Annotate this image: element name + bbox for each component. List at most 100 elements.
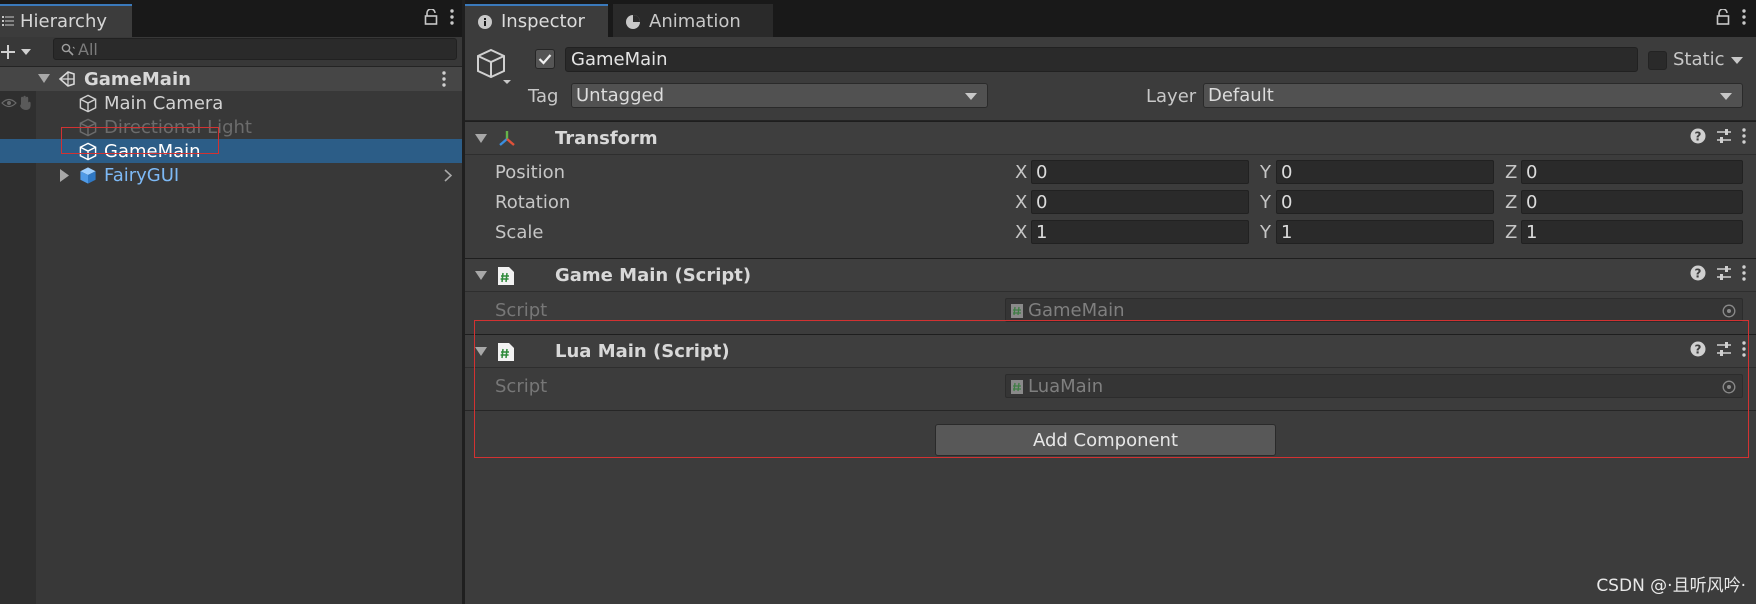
game-main-script-title: Game Main (Script) <box>555 265 752 286</box>
tag-dropdown[interactable]: Untagged <box>571 83 988 108</box>
search-icon <box>61 43 75 56</box>
kebab-menu-icon[interactable] <box>1742 9 1746 25</box>
pick-hand-icon[interactable] <box>18 95 32 111</box>
preset-sliders-icon[interactable] <box>1716 128 1732 144</box>
svg-text:?: ? <box>1695 267 1702 281</box>
tab-inspector[interactable]: Inspector <box>465 4 608 37</box>
scale-z-field[interactable]: 1 <box>1521 220 1743 244</box>
clock-icon <box>626 15 640 29</box>
static-dropdown-icon[interactable] <box>1731 57 1743 65</box>
gameobject-cube-icon <box>79 94 97 113</box>
hierarchy-panel: Hierarchy All GameMain Main Camera Direc… <box>0 0 462 604</box>
hierarchy-item-label: FairyGUI <box>104 165 180 186</box>
chevron-down-icon <box>965 93 977 100</box>
list-icon <box>2 16 14 26</box>
tag-value: Untagged <box>576 85 665 106</box>
script-value: GameMain <box>1028 299 1125 321</box>
kebab-menu-icon[interactable] <box>450 9 454 25</box>
lock-icon[interactable] <box>424 9 438 25</box>
svg-text:?: ? <box>1695 130 1702 144</box>
gameobject-cube-icon[interactable] <box>475 47 513 85</box>
active-checkbox[interactable] <box>535 49 555 69</box>
rotation-z-field[interactable]: 0 <box>1521 190 1743 214</box>
search-placeholder: All <box>78 39 98 59</box>
scene-menu-icon[interactable] <box>442 71 446 87</box>
axis-z-label: Z <box>1505 162 1518 183</box>
transform-header[interactable]: Transform ? <box>465 121 1756 155</box>
tab-animation-label: Animation <box>649 11 741 32</box>
scale-y-field[interactable]: 1 <box>1276 220 1494 244</box>
axis-y-label: Y <box>1260 192 1271 213</box>
foldout-open-icon[interactable] <box>475 134 487 143</box>
annotation-highlight-box <box>61 127 219 154</box>
position-z-field[interactable]: 0 <box>1521 160 1743 184</box>
help-icon[interactable]: ? <box>1690 128 1706 144</box>
static-label: Static <box>1673 49 1725 70</box>
layer-label: Layer <box>1146 86 1197 107</box>
scale-label: Scale <box>495 222 544 243</box>
tab-hierarchy[interactable]: Hierarchy <box>0 4 132 37</box>
transform-title: Transform <box>555 128 658 149</box>
chevron-down-icon <box>21 49 31 55</box>
axis-x-label: X <box>1015 222 1028 243</box>
tab-hierarchy-label: Hierarchy <box>20 11 108 32</box>
scene-label: GameMain <box>84 69 191 90</box>
component-tools: ? <box>1690 128 1746 144</box>
eye-icon[interactable] <box>1 98 17 108</box>
foldout-open-icon[interactable] <box>38 74 50 84</box>
scale-x-field[interactable]: 1 <box>1031 220 1249 244</box>
hierarchy-item-main-camera[interactable]: Main Camera <box>0 91 462 115</box>
inspector-tab-bar: Inspector Animation <box>465 0 1756 37</box>
preset-sliders-icon[interactable] <box>1716 265 1732 281</box>
script-label: Script <box>495 300 548 321</box>
position-x-field[interactable]: 0 <box>1031 160 1249 184</box>
axis-z-label: Z <box>1505 192 1518 213</box>
rotation-y-field[interactable]: 0 <box>1276 190 1494 214</box>
object-header: GameMain Static Tag Untagged Layer Defau… <box>465 37 1756 121</box>
axis-x-label: X <box>1015 162 1028 183</box>
create-button[interactable] <box>0 40 40 64</box>
layer-dropdown[interactable]: Default <box>1203 83 1743 108</box>
position-y-field[interactable]: 0 <box>1276 160 1494 184</box>
info-icon <box>478 15 492 29</box>
prefab-cube-icon <box>80 167 96 184</box>
hierarchy-item-fairygui[interactable]: FairyGUI <box>0 163 462 187</box>
object-name-field[interactable]: GameMain <box>565 47 1638 72</box>
chevron-down-icon <box>1720 93 1732 100</box>
checkmark-icon <box>538 54 552 65</box>
static-checkbox[interactable] <box>1648 51 1667 70</box>
csharp-script-icon <box>1011 304 1023 318</box>
axis-z-label: Z <box>1505 222 1518 243</box>
rotation-x-field[interactable]: 0 <box>1031 190 1249 214</box>
unity-scene-icon <box>58 71 75 87</box>
csharp-script-icon <box>498 267 514 285</box>
chevron-right-icon[interactable] <box>444 169 452 182</box>
rotation-label: Rotation <box>495 192 571 213</box>
game-main-script-header[interactable]: Game Main (Script) ? <box>465 258 1756 292</box>
tab-animation[interactable]: Animation <box>613 4 773 37</box>
axis-y-label: Y <box>1260 162 1271 183</box>
position-label: Position <box>495 162 566 183</box>
hierarchy-tab-bar: Hierarchy <box>0 0 462 37</box>
inspector-panel: Inspector Animation GameMain Static Tag <box>465 0 1756 604</box>
hierarchy-item-label: Main Camera <box>104 93 224 114</box>
foldout-open-icon[interactable] <box>475 271 487 280</box>
inspector-tab-tools <box>1716 9 1746 25</box>
watermark: CSDN @·且听风吟· <box>1596 576 1746 596</box>
tag-label: Tag <box>528 86 559 107</box>
game-main-script-field[interactable]: GameMain <box>1005 298 1743 322</box>
help-icon[interactable]: ? <box>1690 265 1706 281</box>
hierarchy-tab-tools <box>424 9 454 25</box>
unity-editor: Hierarchy All GameMain Main Camera Direc… <box>0 0 1756 604</box>
transform-icon <box>499 131 515 146</box>
plus-icon <box>1 45 15 59</box>
layer-value: Default <box>1208 85 1274 106</box>
search-input[interactable]: All <box>53 38 457 60</box>
kebab-menu-icon[interactable] <box>1742 128 1746 144</box>
foldout-closed-icon[interactable] <box>60 169 70 182</box>
kebab-menu-icon[interactable] <box>1742 265 1746 281</box>
object-picker-icon[interactable] <box>1722 304 1736 318</box>
annotation-highlight-box <box>474 320 1749 458</box>
scene-row[interactable]: GameMain <box>0 67 462 91</box>
lock-icon[interactable] <box>1716 9 1730 25</box>
